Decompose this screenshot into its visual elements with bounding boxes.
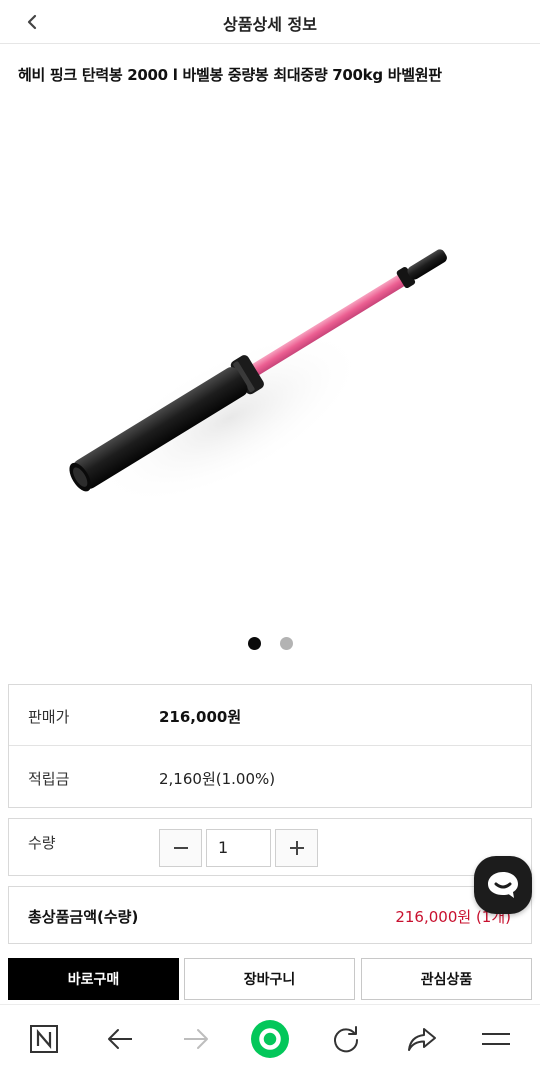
menu-button[interactable]	[476, 1019, 516, 1059]
buy-now-button[interactable]: 바로구매	[8, 958, 179, 1000]
points-value: 2,160원(1.00%)	[159, 770, 276, 788]
back-nav-button[interactable]	[100, 1019, 140, 1059]
carousel-dot-1[interactable]	[247, 637, 261, 650]
quantity-input[interactable]: 1	[206, 829, 271, 867]
reload-icon	[334, 1026, 359, 1053]
carousel-indicator	[0, 637, 540, 650]
points-label: 적립금	[28, 770, 70, 788]
quantity-decrease-button[interactable]	[159, 829, 202, 867]
points-row: 적립금 2,160원(1.00%)	[9, 747, 531, 808]
arrow-left-icon	[108, 1029, 132, 1049]
product-image[interactable]	[0, 100, 540, 620]
price-value: 216,000원	[159, 708, 242, 726]
share-icon	[408, 1028, 436, 1051]
price-label: 판매가	[28, 708, 70, 726]
menu-icon	[482, 1033, 510, 1045]
browser-bottom-nav	[0, 1004, 540, 1070]
arrow-right-icon	[184, 1029, 208, 1049]
chat-button[interactable]	[474, 856, 532, 914]
add-to-cart-button[interactable]: 장바구니	[184, 958, 355, 1000]
naver-home-button[interactable]	[24, 1019, 64, 1059]
forward-nav-button[interactable]	[176, 1019, 216, 1059]
total-price-box: 총상품금액(수량) 216,000원 (1개)	[8, 886, 532, 944]
reload-button[interactable]	[326, 1019, 366, 1059]
naver-n-icon	[30, 1025, 58, 1053]
green-dot-button[interactable]	[250, 1019, 290, 1059]
quantity-label: 수량	[28, 834, 56, 852]
share-button[interactable]	[402, 1019, 442, 1059]
product-title: 헤비 핑크 탄력봉 2000 l 바벨봉 중량봉 최대중량 700kg 바벨원판	[18, 66, 442, 84]
top-bar: 상품상세 정보	[0, 0, 540, 44]
wishlist-button[interactable]: 관심상품	[361, 958, 532, 1000]
price-info-box: 판매가 216,000원 적립금 2,160원(1.00%)	[8, 684, 532, 808]
carousel-dot-2[interactable]	[279, 637, 293, 650]
minus-icon	[173, 847, 188, 849]
total-label: 총상품금액(수량)	[28, 908, 139, 926]
page-title: 상품상세 정보	[223, 15, 317, 34]
plus-icon	[289, 841, 304, 855]
green-home-icon	[251, 1020, 289, 1058]
chat-bubble-icon	[488, 872, 518, 898]
price-row: 판매가 216,000원	[9, 685, 531, 746]
quantity-box: 수량 1	[8, 818, 532, 876]
quantity-increase-button[interactable]	[275, 829, 318, 867]
